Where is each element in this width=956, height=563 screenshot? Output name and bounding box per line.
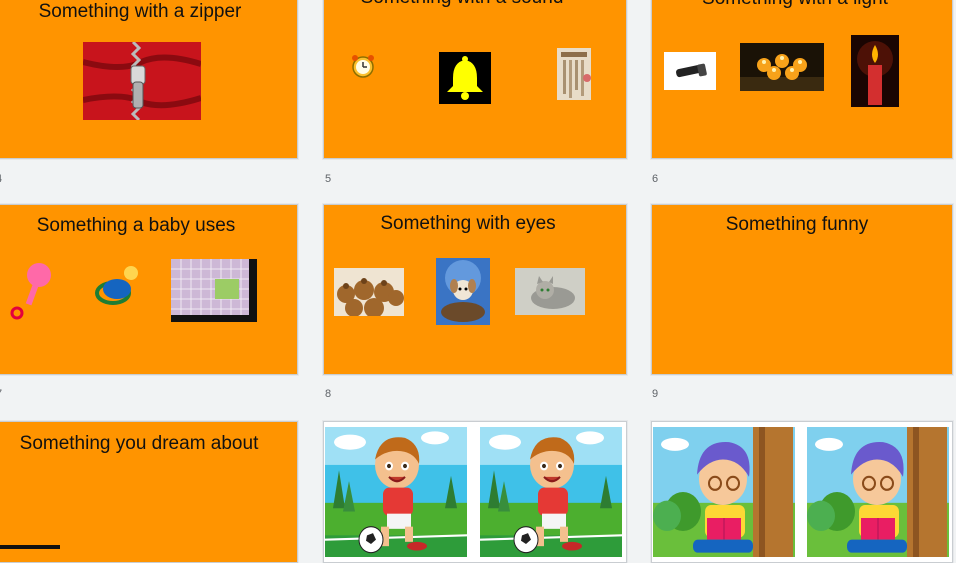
wind-chime-photo[interactable]: [557, 48, 591, 100]
slide-8-title: Something with eyes: [380, 213, 556, 234]
zipper-photo[interactable]: [83, 42, 201, 120]
slide-8[interactable]: Something with eyes: [323, 204, 627, 375]
slide-10-title: Something you dream about: [19, 433, 259, 454]
tealight-candles-photo[interactable]: [740, 43, 824, 91]
slide-7-title: Something a baby uses: [36, 215, 236, 236]
boy-reading-illustration-right[interactable]: [807, 427, 949, 557]
boy-reading-illustration-left[interactable]: [653, 427, 795, 557]
red-candle-photo[interactable]: [851, 35, 899, 107]
slide-12[interactable]: [651, 421, 953, 563]
slide-9-number: 9: [652, 388, 659, 400]
boy-soccer-illustration-right[interactable]: [480, 427, 622, 557]
slide-5-number: 5: [325, 173, 332, 185]
slide-5[interactable]: Something with a sound: [323, 0, 627, 159]
alarm-clock-icon[interactable]: [350, 53, 376, 79]
slide-6-title: Something with a light: [652, 0, 952, 10]
slide-6-number: 6: [652, 173, 659, 185]
slide-5-title: Something with a sound: [324, 0, 626, 9]
slide-8-number: 8: [325, 388, 332, 400]
boy-soccer-illustration-left[interactable]: [325, 427, 467, 557]
pacifier-icon[interactable]: [91, 263, 143, 315]
crochet-blanket-photo[interactable]: [171, 259, 257, 322]
slide-4[interactable]: Something with a zipper: [0, 0, 298, 159]
slide-7-number: 7: [0, 388, 2, 400]
bell-icon[interactable]: [439, 52, 491, 104]
slide-4-title: Something with a zipper: [38, 1, 242, 22]
flashlight-photo[interactable]: [664, 52, 716, 90]
slide-6[interactable]: Something with a light: [651, 0, 953, 159]
slide-7[interactable]: Something a baby uses: [0, 204, 298, 375]
slide-9-title: Something funny: [725, 214, 869, 235]
slide-10[interactable]: Something you dream about: [0, 421, 298, 563]
slide-11[interactable]: [323, 421, 627, 563]
rattle-icon[interactable]: [9, 259, 57, 321]
slide-4-number: 4: [0, 173, 2, 185]
puppy-photo[interactable]: [436, 258, 490, 325]
kitten-photo[interactable]: [515, 268, 585, 315]
slide-9[interactable]: Something funny: [651, 204, 953, 375]
teddy-bears-photo[interactable]: [334, 268, 404, 316]
scrollbar-fragment: [0, 545, 60, 549]
